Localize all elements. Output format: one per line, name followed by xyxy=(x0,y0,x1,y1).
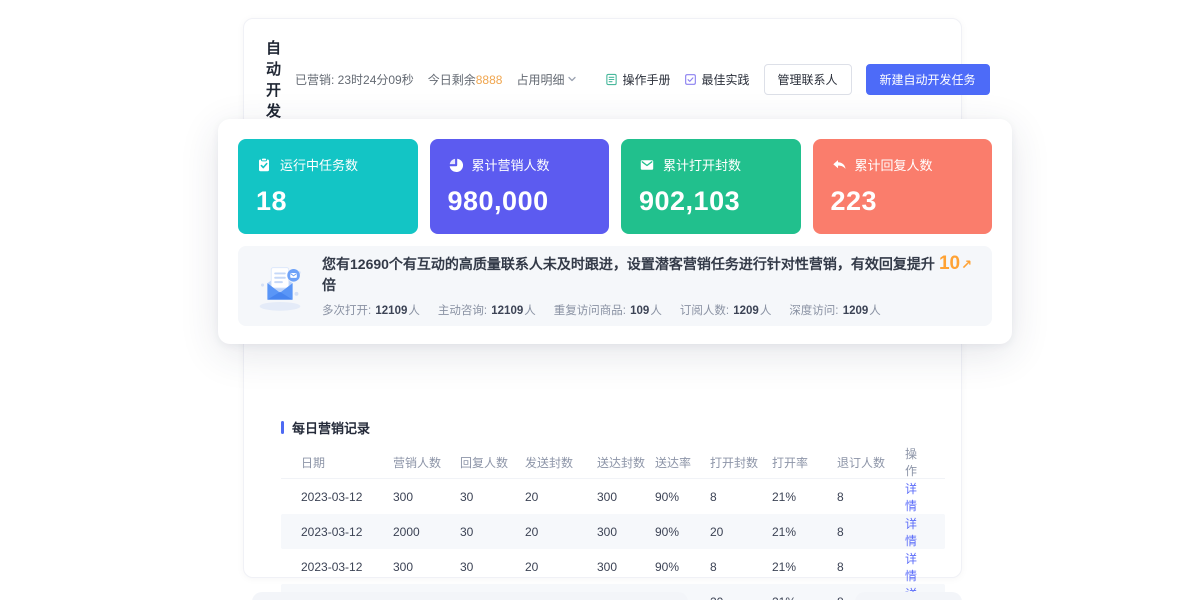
manage-contacts-button[interactable]: 管理联系人 xyxy=(764,64,852,95)
envelope-icon xyxy=(639,157,655,173)
stat-label: 累计营销人数 xyxy=(472,155,550,174)
reply-arrow-icon xyxy=(831,157,847,173)
table-cell: 90% xyxy=(655,525,710,539)
table-cell: 21% xyxy=(772,525,837,539)
table-cell: 30 xyxy=(460,560,525,574)
table-cell-action: 详情 xyxy=(905,515,925,549)
table-cell: 2023-03-12 xyxy=(301,490,393,504)
today-remaining: 今日剩余8888 xyxy=(428,71,503,88)
manual-link[interactable]: 操作手册 xyxy=(605,71,670,88)
table-cell: 2023-03-12 xyxy=(301,560,393,574)
section-title-bar xyxy=(281,421,284,434)
table-cell: 21% xyxy=(772,490,837,504)
table-cell: 300 xyxy=(597,525,655,539)
table-row: 2023-03-122000302030090%2021%8详情 xyxy=(281,514,945,549)
notice-message: 您有12690个有互动的高质量联系人未及时跟进，设置潜客营销任务进行针对性营销，… xyxy=(322,254,978,295)
notice-stat: 重复访问商品: 109人 xyxy=(554,302,662,318)
section-title-row: 每日营销记录 xyxy=(281,417,945,437)
follow-up-notice-banner: 您有12690个有互动的高质量联系人未及时跟进，设置潜客营销任务进行针对性营销，… xyxy=(238,246,992,326)
below-fold-card xyxy=(855,592,962,600)
stat-card-running-tasks: 运行中任务数 18 xyxy=(238,139,418,234)
column-header: 送达封数 xyxy=(597,454,655,471)
table-cell: 20 xyxy=(710,525,772,539)
table-cell-action: 详情 xyxy=(905,480,925,514)
mail-illustration-icon xyxy=(248,255,312,317)
table-cell: 21% xyxy=(772,560,837,574)
pie-chart-icon xyxy=(448,157,464,173)
below-fold-card xyxy=(252,592,688,600)
table-row: 2023-03-12300302030090%821%8详情 xyxy=(281,479,945,514)
stat-value: 902,103 xyxy=(639,186,783,217)
stat-label: 累计回复人数 xyxy=(855,155,933,174)
column-header: 退订人数 xyxy=(837,454,905,471)
column-header: 日期 xyxy=(301,454,393,471)
table-cell: 90% xyxy=(655,490,710,504)
stat-value: 18 xyxy=(256,186,400,217)
table-cell: 300 xyxy=(393,490,460,504)
page-title: 自动开发 xyxy=(266,37,281,121)
stat-card-replied-people: 累计回复人数 223 xyxy=(813,139,993,234)
column-header: 营销人数 xyxy=(393,454,460,471)
table-cell: 2023-03-12 xyxy=(301,525,393,539)
table-cell: 20 xyxy=(525,525,597,539)
notice-stat: 主动咨询: 12109人 xyxy=(438,302,536,318)
table-cell: 300 xyxy=(597,490,655,504)
task-clipboard-icon xyxy=(256,157,272,173)
stat-card-opened-mails: 累计打开封数 902,103 xyxy=(621,139,801,234)
table-cell: 90% xyxy=(655,560,710,574)
best-practice-doc-icon xyxy=(684,73,697,86)
table-cell: 300 xyxy=(597,560,655,574)
page-header: 自动开发 已营销: 23时24分09秒 今日剩余8888 占用明细 操作手册 最… xyxy=(244,19,961,133)
notice-body: 您有12690个有互动的高质量联系人未及时跟进，设置潜客营销任务进行针对性营销，… xyxy=(322,254,978,318)
chevron-down-icon xyxy=(567,74,577,84)
table-body: 2023-03-12300302030090%821%8详情2023-03-12… xyxy=(281,479,945,600)
table-cell: 2000 xyxy=(393,525,460,539)
stat-cards-row: 运行中任务数 18 累计营销人数 980,000 累计打开封数 902,103 … xyxy=(238,139,992,234)
table-cell: 30 xyxy=(460,490,525,504)
remaining-count: 8888 xyxy=(476,73,503,87)
notice-highlight-number: 10 xyxy=(935,253,961,274)
detail-link[interactable]: 详情 xyxy=(905,552,917,583)
table-header-row: 日期营销人数回复人数发送封数送达封数送达率打开封数打开率退订人数操作 xyxy=(281,445,945,479)
table-cell: 8 xyxy=(837,490,905,504)
stat-label: 运行中任务数 xyxy=(280,155,358,174)
detail-link[interactable]: 详情 xyxy=(905,482,917,513)
manual-book-icon xyxy=(605,73,618,86)
table-row: 2023-03-12300302030090%821%8详情 xyxy=(281,549,945,584)
stat-card-marketed-people: 累计营销人数 980,000 xyxy=(430,139,610,234)
column-header: 操作 xyxy=(905,445,925,479)
table-cell-action: 详情 xyxy=(905,550,925,584)
table-cell: 8 xyxy=(710,560,772,574)
table-cell: 8 xyxy=(837,560,905,574)
column-header: 回复人数 xyxy=(460,454,525,471)
notice-stat: 深度访问: 1209人 xyxy=(789,302,880,318)
column-header: 打开封数 xyxy=(710,454,772,471)
up-arrow-icon: ↗ xyxy=(961,257,972,272)
column-header: 打开率 xyxy=(772,454,837,471)
notice-stats-row: 多次打开: 12109人 主动咨询: 12109人 重复访问商品: 109人 订阅人数… xyxy=(322,302,978,318)
notice-stat: 订阅人数: 1209人 xyxy=(680,302,771,318)
table-cell: 300 xyxy=(393,560,460,574)
best-practice-link[interactable]: 最佳实践 xyxy=(684,71,749,88)
column-header: 发送封数 xyxy=(525,454,597,471)
section-title: 每日营销记录 xyxy=(292,418,370,437)
notice-stat: 多次打开: 12109人 xyxy=(322,302,420,318)
table-cell: 8 xyxy=(710,490,772,504)
detail-link[interactable]: 详情 xyxy=(905,517,917,548)
stat-value: 980,000 xyxy=(448,186,592,217)
table-cell: 8 xyxy=(837,525,905,539)
table-cell: 30 xyxy=(460,525,525,539)
table-cell: 20 xyxy=(525,490,597,504)
table-cell: 21% xyxy=(772,595,837,600)
column-header: 送达率 xyxy=(655,454,710,471)
stats-overlay-panel: 运行中任务数 18 累计营销人数 980,000 累计打开封数 902,103 … xyxy=(218,119,1012,344)
marketed-duration: 已营销: 23时24分09秒 xyxy=(295,71,414,88)
stat-label: 累计打开封数 xyxy=(663,155,741,174)
usage-detail-dropdown[interactable]: 占用明细 xyxy=(516,71,577,88)
stat-value: 223 xyxy=(831,186,975,217)
table-cell: 20 xyxy=(710,595,772,600)
new-task-button[interactable]: 新建自动开发任务 xyxy=(866,64,990,95)
table-cell: 20 xyxy=(525,560,597,574)
daily-records-section: 每日营销记录 日期营销人数回复人数发送封数送达封数送达率打开封数打开率退订人数操… xyxy=(244,417,961,600)
